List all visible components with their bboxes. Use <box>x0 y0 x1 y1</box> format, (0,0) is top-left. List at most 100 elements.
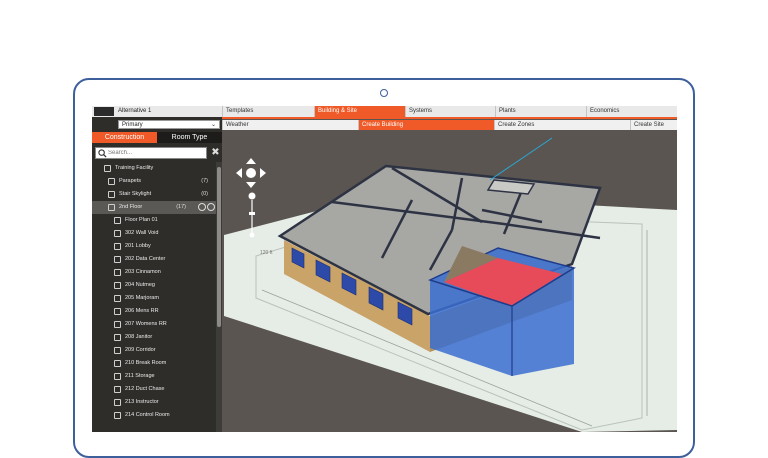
tree-item-label: 2nd Floor <box>119 204 143 210</box>
room-icon <box>114 308 121 315</box>
tree-item[interactable]: 210 Break Room <box>92 357 216 370</box>
sub-tab-bar: Weather Create Building Create Zones Create… <box>222 120 677 130</box>
panel-tabs: Construction Room Type <box>92 132 222 143</box>
building-model[interactable]: 120 ft <box>222 130 677 432</box>
zoom-thumb <box>249 212 255 215</box>
tree-item[interactable]: 213 Instructor <box>92 396 216 409</box>
layer-icon <box>108 204 115 211</box>
tree-item-label: 209 Corridor <box>125 347 156 353</box>
tree-item[interactable]: Stair Skylight (0) <box>92 188 216 201</box>
subtab-create-zones[interactable]: Create Zones <box>494 120 630 130</box>
tree-item[interactable]: 214 Control Room <box>92 409 216 422</box>
tree-item-label: 201 Lobby <box>125 243 151 249</box>
room-icon <box>114 360 121 367</box>
tree-item-label: Floor Plan 01 <box>125 217 158 223</box>
tree-item-label: Stair Skylight <box>119 191 152 197</box>
tree-item[interactable]: 211 Storage <box>92 370 216 383</box>
tab-systems[interactable]: Systems <box>405 106 495 117</box>
tree-item[interactable]: Parapets (7) <box>92 175 216 188</box>
search-input[interactable] <box>108 148 204 158</box>
tree-item-count: (7) <box>201 178 208 184</box>
tree-item[interactable]: 207 Womens RR <box>92 318 216 331</box>
left-panel: Primary ⌄ Construction Room Type ✖ Train… <box>92 117 222 432</box>
room-icon <box>114 399 121 406</box>
tree-item-label: 208 Janitor <box>125 334 153 340</box>
close-icon[interactable]: ✖ <box>210 147 221 159</box>
tab-building-site[interactable]: Building & Site <box>314 106 405 117</box>
tab-room-type[interactable]: Room Type <box>157 132 222 143</box>
tab-economics[interactable]: Economics <box>586 106 677 117</box>
tree-item[interactable]: 209 Corridor <box>92 344 216 357</box>
room-icon <box>114 321 121 328</box>
edit-icon[interactable] <box>198 203 206 211</box>
tree-item-label: 204 Nutmeg <box>125 282 155 288</box>
camera-icon <box>380 89 388 97</box>
room-icon <box>114 347 121 354</box>
tree-item-count: (17) <box>176 204 186 210</box>
tree-item-label: 302 Wall Void <box>125 230 159 236</box>
subtab-create-building[interactable]: Create Building <box>358 120 494 130</box>
tree-item[interactable]: 212 Duct Chase <box>92 383 216 396</box>
app-logo <box>94 107 114 116</box>
app-window: Alternative 1 Templates Building & Site Sy… <box>92 106 677 432</box>
tree-item-label: 211 Storage <box>125 373 155 379</box>
layer-icon <box>108 191 115 198</box>
tree-item[interactable]: 204 Nutmeg <box>92 279 216 292</box>
tree-item-label: 206 Mens RR <box>125 308 159 314</box>
room-icon <box>114 295 121 302</box>
orbit-navigator[interactable] <box>234 156 268 190</box>
room-icon <box>114 386 121 393</box>
building-icon <box>104 165 111 172</box>
plan-icon <box>114 217 121 224</box>
search-icon <box>98 149 107 158</box>
room-icon <box>114 334 121 341</box>
zoom-in-icon <box>248 192 256 200</box>
tab-construction[interactable]: Construction <box>92 132 157 143</box>
tree-item[interactable]: 206 Mens RR <box>92 305 216 318</box>
delete-icon[interactable] <box>207 203 215 211</box>
room-icon <box>114 230 121 237</box>
room-icon <box>114 269 121 276</box>
room-icon <box>114 243 121 250</box>
tree-item[interactable]: 302 Wall Void <box>92 227 216 240</box>
tree-item[interactable]: 208 Janitor <box>92 331 216 344</box>
tree-item-label: 210 Break Room <box>125 360 167 366</box>
tree-item-label: Training Facility <box>115 165 154 171</box>
tree-item-label: Parapets <box>119 178 142 184</box>
zoom-slider[interactable] <box>248 192 256 238</box>
pan-left-icon <box>236 168 242 178</box>
alternative-select[interactable]: Primary ⌄ <box>118 120 220 129</box>
pan-up-icon <box>246 158 256 164</box>
tab-templates[interactable]: Templates <box>222 106 314 117</box>
tree-item[interactable]: 201 Lobby <box>92 240 216 253</box>
room-icon <box>114 412 121 419</box>
3d-viewport[interactable]: 120 ft <box>222 130 677 432</box>
room-icon <box>114 282 121 289</box>
chevron-down-icon: ⌄ <box>210 122 216 128</box>
tree-item-label: 212 Duct Chase <box>125 386 165 392</box>
tree-item-label: 213 Instructor <box>125 399 159 405</box>
tree-item[interactable]: Floor Plan 01 <box>92 214 216 227</box>
dimension-label: 120 ft <box>260 250 273 256</box>
zoom-out-icon <box>249 232 255 238</box>
tab-plants[interactable]: Plants <box>495 106 586 117</box>
tree-item-label: 205 Marjoram <box>125 295 159 301</box>
tree-item[interactable]: 2nd Floor (17) <box>92 201 216 214</box>
subtab-create-site[interactable]: Create Site <box>630 120 677 130</box>
tree-item-label: 214 Control Room <box>125 412 170 418</box>
tree-item[interactable]: 205 Marjoram <box>92 292 216 305</box>
tree-item-label: 202 Data Center <box>125 256 166 262</box>
tree-item[interactable]: 202 Data Center <box>92 253 216 266</box>
tree-item-label: 207 Womens RR <box>125 321 167 327</box>
search-box <box>95 147 207 159</box>
room-icon <box>114 373 121 380</box>
room-icon <box>114 256 121 263</box>
tree-item[interactable]: Training Facility <box>92 162 216 175</box>
alternative-select-value: Primary <box>122 122 143 128</box>
alternative-name: Alternative 1 <box>118 108 152 114</box>
subtab-weather[interactable]: Weather <box>222 120 358 130</box>
folder-icon <box>108 178 115 185</box>
scrollbar-thumb[interactable] <box>217 167 221 327</box>
tree-item-label: 203 Cinnamon <box>125 269 161 275</box>
tree-item[interactable]: 203 Cinnamon <box>92 266 216 279</box>
